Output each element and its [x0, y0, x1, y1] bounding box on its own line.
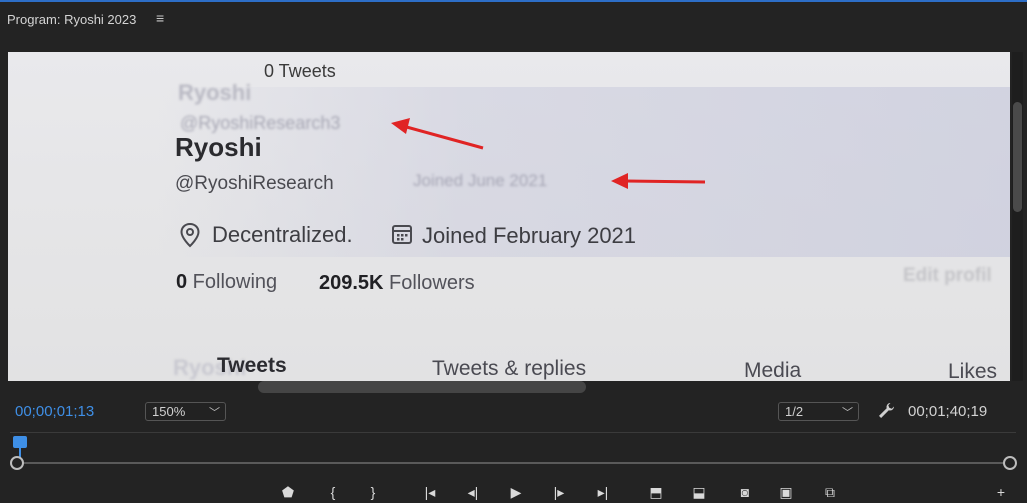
go-to-out-icon[interactable]: ▸| [592, 482, 614, 502]
vr-video-icon[interactable]: ⧉ [819, 482, 841, 502]
wrench-icon[interactable] [876, 401, 896, 421]
extract-icon[interactable]: ⬓ [688, 482, 710, 502]
panel-title: Program: Ryoshi 2023 [7, 12, 137, 27]
transport-controls: ⬟ { } |◂ ◂| ▶ |▸ ▸| ⬒ ⬓ ◙ ▣ ⧉ + [0, 482, 1027, 502]
duration-timecode: 00;01;40;19 [908, 403, 988, 420]
zoom-level-value: 150% [152, 404, 186, 419]
resolution-value: 1/2 [785, 404, 804, 419]
step-back-icon[interactable]: ◂| [462, 482, 484, 502]
lift-icon[interactable]: ⬒ [645, 482, 667, 502]
go-to-in-icon[interactable]: |◂ [419, 482, 441, 502]
add-button-icon[interactable]: + [990, 482, 1012, 502]
step-forward-icon[interactable]: |▸ [548, 482, 570, 502]
vertical-scroll-thumb[interactable] [1013, 102, 1022, 212]
red-arrow-icon [391, 118, 484, 150]
time-ruler[interactable] [10, 432, 1016, 455]
red-arrow-icon [611, 173, 706, 189]
zoom-level-dropdown[interactable]: 150% ﹀ [145, 402, 226, 421]
annotation-arrows [391, 118, 706, 189]
playback-resolution-dropdown[interactable]: 1/2 ﹀ [778, 402, 859, 421]
chevron-down-icon: ﹀ [209, 407, 220, 419]
panel-header: Program: Ryoshi 2023 ≡ [0, 2, 1027, 36]
mark-out-icon[interactable]: } [362, 482, 384, 502]
current-timecode[interactable]: 00;00;01;13 [15, 403, 94, 420]
vertical-scrollbar[interactable] [1012, 52, 1023, 381]
compare-view-icon[interactable]: ▣ [775, 482, 797, 502]
playhead-handle[interactable] [13, 436, 27, 448]
in-point-handle[interactable] [10, 456, 24, 470]
play-icon[interactable]: ▶ [505, 482, 527, 502]
export-frame-icon[interactable]: ◙ [734, 482, 756, 502]
horizontal-scroll-thumb[interactable] [258, 381, 586, 393]
hamburger-icon[interactable]: ≡ [156, 10, 164, 26]
out-point-handle[interactable] [1003, 456, 1017, 470]
chevron-down-icon: ﹀ [842, 407, 853, 419]
add-marker-icon[interactable]: ⬟ [277, 482, 299, 502]
mark-in-icon[interactable]: { [322, 482, 344, 502]
program-monitor-video[interactable]: Ryoshi @RyoshiResearch3 Joined June 2021… [8, 52, 1010, 381]
playhead-track[interactable] [16, 462, 1010, 464]
